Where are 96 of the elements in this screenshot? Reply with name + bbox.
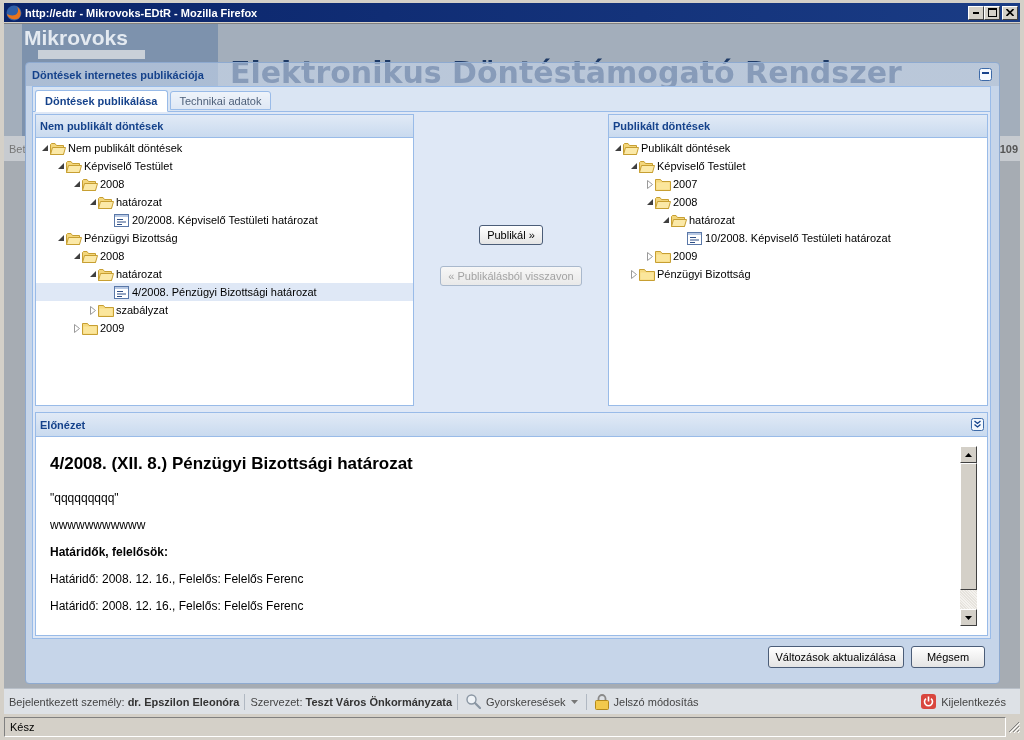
folder-icon xyxy=(98,267,114,281)
tree-item[interactable]: határozat xyxy=(36,193,413,211)
publish-button[interactable]: Publikál » xyxy=(479,225,543,245)
tree-item[interactable]: Publikált döntések xyxy=(609,139,987,157)
folder-icon xyxy=(66,231,82,245)
cancel-button[interactable]: Mégsem xyxy=(911,646,985,668)
scrollbar-thumb[interactable] xyxy=(960,463,977,590)
preview-paragraph: wwwwwwwwwww xyxy=(50,518,146,533)
scroll-down-button[interactable] xyxy=(960,609,977,626)
folder-icon xyxy=(82,177,98,191)
panel-title: Nem publikált döntések xyxy=(40,120,164,132)
folder-icon xyxy=(82,249,98,263)
power-icon xyxy=(921,694,937,709)
tree-item[interactable]: 2007 xyxy=(609,175,987,193)
folder-icon xyxy=(639,159,655,173)
document-icon xyxy=(687,231,702,245)
folder-icon xyxy=(655,177,671,191)
expander-icon[interactable] xyxy=(90,271,96,277)
tree-item[interactable]: Nem publikált döntések xyxy=(36,139,413,157)
logo-text: Mikrovoks xyxy=(24,27,128,49)
quick-search-button[interactable]: Gyorskeresések xyxy=(460,691,584,712)
collapse-icon xyxy=(979,68,992,81)
tree-item[interactable]: Képviselő Testület xyxy=(36,157,413,175)
dialog-title: Döntések internetes publikációja xyxy=(32,68,204,81)
expander-icon[interactable] xyxy=(42,145,48,151)
tree-item[interactable]: 2008 xyxy=(609,193,987,211)
folder-icon xyxy=(655,195,671,209)
tree-item[interactable]: 4/2008. Pénzügyi Bizottsági határozat xyxy=(36,283,413,301)
tree-item[interactable]: határozat xyxy=(36,265,413,283)
expander-icon[interactable] xyxy=(90,199,96,205)
folder-icon xyxy=(623,141,639,155)
down-arrow-icon xyxy=(965,615,972,620)
tree-item[interactable]: határozat xyxy=(609,211,987,229)
expander-icon[interactable] xyxy=(663,217,669,223)
panel-title: Előnézet xyxy=(40,418,86,431)
folder-icon xyxy=(671,213,687,227)
tree-item[interactable]: 2009 xyxy=(36,319,413,337)
expander-icon[interactable] xyxy=(631,163,637,169)
tree-item[interactable]: 2008 xyxy=(36,175,413,193)
preview-paragraph: Határidő: 2008. 12. 16., Felelős: Felelős Ferenc xyxy=(50,572,304,587)
resize-grip-icon xyxy=(1008,721,1020,733)
expander-icon[interactable] xyxy=(615,145,621,151)
window-title: http://edtr - Mikrovoks-EDtR - Mozilla Firefox xyxy=(25,6,258,19)
panel-title: Publikált döntések xyxy=(613,120,711,132)
minimize-icon xyxy=(973,11,979,14)
preview-paragraph: "qqqqqqqqq" xyxy=(50,491,119,506)
nav-text: 109 xyxy=(999,142,1018,155)
preview-subheading: Határidők, felelősök: xyxy=(50,545,169,560)
folder-icon xyxy=(98,303,114,317)
tree-item[interactable]: Képviselő Testület xyxy=(609,157,987,175)
scroll-up-button[interactable] xyxy=(960,446,977,463)
folder-icon xyxy=(655,249,671,263)
maximize-button[interactable] xyxy=(984,5,1000,20)
expander-icon[interactable] xyxy=(647,199,653,205)
logout-button[interactable]: Kijelentkezés xyxy=(915,691,1012,712)
minimize-button[interactable] xyxy=(968,5,984,20)
folder-icon xyxy=(639,267,655,281)
double-chevron-down-icon xyxy=(971,418,984,431)
organization: Szervezet: Teszt Város Önkormányzata xyxy=(249,695,454,708)
change-password-button[interactable]: Jelszó módosítás xyxy=(588,691,705,712)
preview-paragraph: Határidő: 2008. 12. 16., Felelős: Felelős Ferenc xyxy=(50,599,304,614)
apply-changes-button[interactable]: Változások aktualizálása xyxy=(767,646,904,668)
nav-text: Bet xyxy=(9,142,26,155)
tree-item[interactable]: szabályzat xyxy=(36,301,413,319)
scrollbar[interactable] xyxy=(960,446,977,626)
folder-icon xyxy=(66,159,82,173)
globe-icon xyxy=(6,4,22,21)
status-text: Kész xyxy=(10,721,35,733)
search-icon xyxy=(466,694,482,709)
expander-icon[interactable] xyxy=(58,163,64,169)
close-icon xyxy=(1006,9,1014,16)
caret-icon xyxy=(570,699,578,704)
maximize-icon xyxy=(987,8,997,17)
tab[interactable]: Döntések publikálása xyxy=(35,90,168,112)
tree-item[interactable]: 2008 xyxy=(36,247,413,265)
close-button[interactable] xyxy=(1002,5,1018,20)
expander-icon[interactable] xyxy=(74,181,80,187)
expander-icon[interactable] xyxy=(74,253,80,259)
tree-item[interactable]: 20/2008. Képviselő Testületi határozat xyxy=(36,211,413,229)
document-icon xyxy=(114,285,129,299)
preview-heading: 4/2008. (XII. 8.) Pénzügyi Bizottsági határozat xyxy=(50,453,413,475)
folder-icon xyxy=(98,195,114,209)
tree-item[interactable]: Pénzügyi Bizottság xyxy=(609,265,987,283)
tab[interactable]: Technikai adatok xyxy=(169,91,272,110)
up-arrow-icon xyxy=(965,452,972,457)
document-icon xyxy=(114,213,129,227)
expander-icon[interactable] xyxy=(58,235,64,241)
tree-item[interactable]: Pénzügyi Bizottság xyxy=(36,229,413,247)
expand-button[interactable] xyxy=(971,418,984,431)
tree-item[interactable]: 10/2008. Képviselő Testületi határozat xyxy=(609,229,987,247)
padlock-icon xyxy=(594,693,609,710)
folder-icon xyxy=(82,321,98,335)
folder-icon xyxy=(50,141,66,155)
tree-item[interactable]: 2009 xyxy=(609,247,987,265)
collapse-button[interactable] xyxy=(979,68,992,81)
logged-in-user: Bejelentkezett személy: dr. Epszilon Eleonóra xyxy=(8,695,241,708)
